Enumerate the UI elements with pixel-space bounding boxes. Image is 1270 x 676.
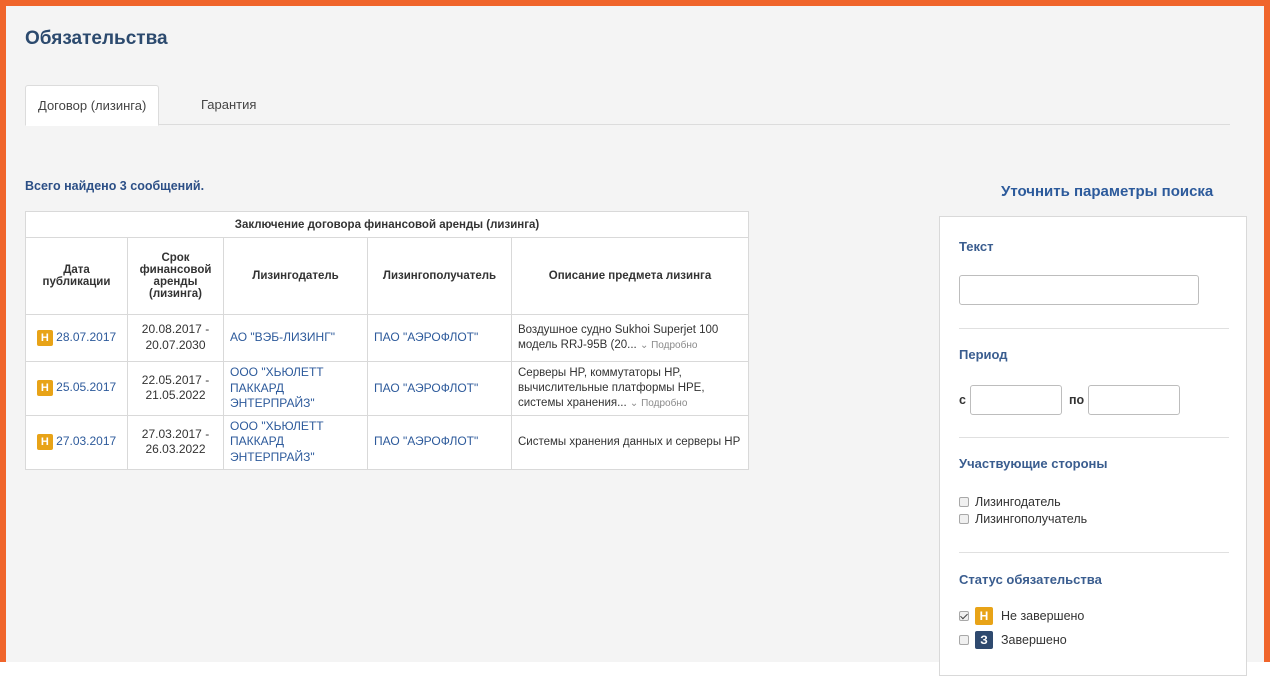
table-row: Н 28.07.2017 20.08.2017 - 20.07.2030 АО … xyxy=(25,314,749,362)
lessee-link[interactable]: ПАО "АЭРОФЛОТ" xyxy=(374,381,478,395)
party-lessor-option[interactable]: Лизингодатель xyxy=(959,495,1061,509)
divider xyxy=(959,328,1229,329)
publication-date-link[interactable]: 27.03.2017 xyxy=(56,434,116,448)
col-header-lessor: Лизингодатель xyxy=(223,237,368,315)
cell-date: Н 27.03.2017 xyxy=(25,414,128,470)
filter-panel-title: Уточнить параметры поиска xyxy=(1001,183,1214,200)
cell-description: Воздушное судно Sukhoi Superjet 100 моде… xyxy=(511,314,749,362)
table-row: Н 25.05.2017 22.05.2017 - 21.05.2022 ООО… xyxy=(25,361,749,416)
more-label: Подробно xyxy=(651,340,698,351)
party-lessee-option[interactable]: Лизингополучатель xyxy=(959,512,1087,526)
cell-date: Н 25.05.2017 xyxy=(25,361,128,416)
table-row: Н 27.03.2017 27.03.2017 - 26.03.2022 ООО… xyxy=(25,414,749,470)
tab-lease-contract[interactable]: Договор (лизинга) xyxy=(25,85,160,126)
chevron-down-icon: ⌄ xyxy=(639,340,649,351)
cell-term: 27.03.2017 - 26.03.2022 xyxy=(127,414,224,470)
cell-lessee: ПАО "АЭРОФЛОТ" xyxy=(367,314,512,362)
cell-term: 22.05.2017 - 21.05.2022 xyxy=(127,361,224,416)
cell-term: 20.08.2017 - 20.07.2030 xyxy=(127,314,224,362)
status-open-checkbox[interactable] xyxy=(959,611,969,621)
lessee-link[interactable]: ПАО "АЭРОФЛОТ" xyxy=(374,434,478,448)
cell-lessee: ПАО "АЭРОФЛОТ" xyxy=(367,414,512,470)
col-header-term: Срок финансовой аренды (лизинга) xyxy=(127,237,224,315)
period-filter-label: Период xyxy=(959,347,1008,362)
period-to-input[interactable] xyxy=(1088,385,1180,415)
period-to-label: по xyxy=(1069,393,1085,407)
cell-description: Серверы HP, коммутаторы HP, вычислительн… xyxy=(511,361,749,416)
text-filter-input[interactable] xyxy=(959,275,1199,305)
tab-bar: Договор (лизинга) Гарантия xyxy=(25,85,1230,126)
lessor-link[interactable]: ООО "ХЬЮЛЕТТ ПАККАРД ЭНТЕРПРАЙЗ" xyxy=(230,365,324,410)
table-caption: Заключение договора финансовой аренды (л… xyxy=(25,211,749,238)
status-badge-open: Н xyxy=(36,330,53,346)
more-link[interactable]: ⌄ Подробно xyxy=(630,398,687,409)
period-from-label: с xyxy=(959,393,966,407)
tab-guarantee[interactable]: Гарантия xyxy=(189,85,268,125)
cell-date: Н 28.07.2017 xyxy=(25,314,128,362)
status-filter-label: Статус обязательства xyxy=(959,572,1102,587)
parties-filter-label: Участвующие стороны xyxy=(959,456,1108,471)
lessee-checkbox-label: Лизингополучатель xyxy=(975,512,1088,526)
cell-description: Системы хранения данных и серверы HP xyxy=(511,414,749,470)
col-header-lessee: Лизингополучатель xyxy=(367,237,512,315)
lessee-link[interactable]: ПАО "АЭРОФЛОТ" xyxy=(374,330,478,344)
lessor-checkbox[interactable] xyxy=(959,497,969,507)
more-label: Подробно xyxy=(641,397,688,409)
lessor-checkbox-label: Лизингодатель xyxy=(975,495,1061,509)
col-header-description: Описание предмета лизинга xyxy=(511,237,749,315)
cell-lessor: ООО "ХЬЮЛЕТТ ПАККАРД ЭНТЕРПРАЙЗ" xyxy=(223,361,368,416)
status-open-label: Не завершено xyxy=(1001,609,1085,623)
results-table: Заключение договора финансовой аренды (л… xyxy=(25,211,749,470)
more-link[interactable]: ⌄ Подробно xyxy=(640,340,697,351)
results-count: Всего найдено 3 сообщений. xyxy=(25,179,205,193)
status-open-option[interactable]: Н Не завершено xyxy=(959,607,1084,625)
page-title: Обязательства xyxy=(25,28,168,49)
divider xyxy=(959,552,1229,553)
status-badge-open: Н xyxy=(36,434,53,451)
content-frame: Обязательства Договор (лизинга) Гарантия… xyxy=(0,0,1270,676)
cell-lessor: АО "ВЭБ-ЛИЗИНГ" xyxy=(223,314,368,362)
text-filter-label: Текст xyxy=(959,239,994,254)
col-header-date: Дата публикации xyxy=(25,237,128,315)
lessee-checkbox[interactable] xyxy=(959,514,969,524)
status-closed-option[interactable]: З Завершено xyxy=(959,631,1067,649)
publication-date-link[interactable]: 28.07.2017 xyxy=(56,330,116,344)
filter-panel: Текст Период с по Участвующие стороны Ли… xyxy=(939,216,1247,676)
cell-lessee: ПАО "АЭРОФЛОТ" xyxy=(367,361,512,416)
status-badge-open: Н xyxy=(36,380,53,397)
cell-lessor: ООО "ХЬЮЛЕТТ ПАККАРД ЭНТЕРПРАЙЗ" xyxy=(223,414,368,470)
lessor-link[interactable]: АО "ВЭБ-ЛИЗИНГ" xyxy=(230,330,335,344)
status-closed-label: Завершено xyxy=(1001,633,1067,647)
publication-date-link[interactable]: 25.05.2017 xyxy=(56,381,116,395)
period-from-input[interactable] xyxy=(970,385,1062,415)
status-badge-closed: З xyxy=(975,631,993,649)
divider xyxy=(959,437,1229,438)
lessor-link[interactable]: ООО "ХЬЮЛЕТТ ПАККАРД ЭНТЕРПРАЙЗ" xyxy=(230,419,324,464)
chevron-down-icon: ⌄ xyxy=(629,397,639,409)
description-text: Системы хранения данных и серверы HP xyxy=(518,435,741,448)
status-closed-checkbox[interactable] xyxy=(959,635,969,645)
status-badge-open: Н xyxy=(975,607,993,625)
